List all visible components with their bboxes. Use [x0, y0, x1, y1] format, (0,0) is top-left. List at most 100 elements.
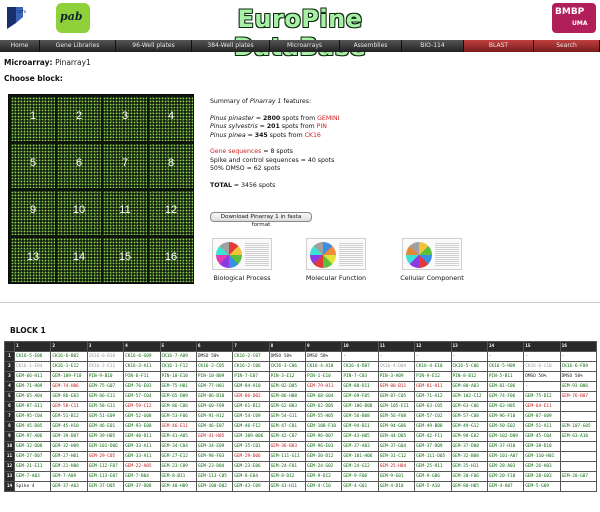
table-cell[interactable]: GEM-71-H09 — [13, 381, 52, 392]
table-cell[interactable]: GEM-108-F10 — [304, 421, 343, 432]
table-cell[interactable]: GEM-56-B08 — [341, 411, 379, 422]
table-cell[interactable]: GEM-49-B08 — [414, 421, 452, 432]
table-cell[interactable]: GEM-96-F10 — [486, 411, 525, 422]
uma-logo[interactable]: uma — [4, 3, 28, 33]
nav-search[interactable]: Search — [534, 40, 600, 52]
table-cell[interactable]: CK16-5-E08 — [13, 351, 52, 362]
table-cell[interactable]: GEM-106-B08 — [341, 401, 379, 412]
table-cell[interactable]: PIN-1-E10 — [304, 371, 343, 382]
table-cell[interactable]: DMSO 50% — [268, 351, 307, 362]
table-cell[interactable]: GEM-57-C04 — [123, 391, 161, 402]
table-cell[interactable]: GEM-57-C08 — [450, 411, 488, 422]
table-cell[interactable]: GEM-38-D10 — [523, 441, 561, 452]
table-cell[interactable]: GEM-52-G08 — [123, 411, 161, 422]
pie-label-cellular-component[interactable]: Cellular Component — [396, 274, 468, 282]
table-cell[interactable]: GEM-54-C09 — [232, 411, 270, 422]
table-cell[interactable]: GEM-21-E11 — [13, 461, 52, 472]
table-cell[interactable]: GEM-23-C09 — [159, 461, 197, 472]
nav-assemblies[interactable]: Assemblies — [340, 40, 402, 52]
table-cell[interactable]: CK16-2-E11 — [86, 361, 125, 372]
table-cell[interactable]: GEM-57-C02 — [414, 411, 452, 422]
table-cell[interactable]: GEM-33-A11 — [123, 441, 161, 452]
table-cell[interactable]: CK16-4-A10 — [304, 361, 343, 372]
table-cell[interactable]: GEM-45-H10 — [50, 421, 88, 432]
table-cell[interactable]: GEM-101-H06 — [341, 451, 379, 462]
table-cell[interactable]: GEM-35-C01 — [232, 441, 270, 452]
table-cell[interactable]: GEM-59-C12 — [123, 401, 161, 412]
table-cell[interactable]: GEM-37-A03 — [341, 441, 379, 452]
species-source-link[interactable]: GEMINI — [317, 115, 339, 122]
table-cell[interactable]: GEM-65-A04 — [13, 391, 52, 402]
table-cell[interactable]: GEM-42-C07 — [268, 431, 307, 442]
table-cell[interactable]: GEM-39-H05 — [86, 431, 125, 442]
table-cell[interactable]: GEM-20-G07 — [559, 471, 598, 482]
table-cell[interactable]: GEM-27-E12 — [159, 451, 197, 462]
table-cell[interactable]: GEM-42-F11 — [414, 431, 452, 442]
table-cell[interactable]: Spike 4 — [13, 481, 52, 492]
table-cell[interactable]: GEM-63-C05 — [414, 401, 452, 412]
table-cell[interactable]: GEM-50-E02 — [486, 421, 525, 432]
nav-bio-114[interactable]: BIO-114 — [402, 40, 464, 52]
table-cell[interactable]: GEM-20-G03 — [523, 471, 561, 482]
table-cell[interactable]: GEM-9-D12 — [304, 471, 343, 482]
table-cell[interactable]: GEM-80-A03 — [450, 381, 488, 392]
table-cell[interactable]: CK16-1-E04 — [13, 361, 52, 372]
table-cell[interactable]: GEM-37-D09 — [414, 441, 452, 452]
block-tile-12[interactable]: 12 — [149, 191, 193, 235]
table-cell[interactable]: GEM-41-H11 — [268, 481, 307, 492]
table-cell[interactable]: GEM-105-E11 — [377, 401, 416, 412]
table-cell[interactable]: GEM-58-C11 — [50, 401, 88, 412]
table-cell[interactable]: GEM-8-E04 — [232, 471, 270, 482]
table-cell[interactable]: DMSO 50% — [304, 351, 343, 362]
table-cell[interactable]: PIN-7-E07 — [232, 371, 270, 382]
nav-home[interactable]: Home — [0, 40, 40, 52]
table-cell[interactable]: GEM-69-F05 — [341, 391, 379, 402]
table-cell[interactable]: GEM-76-E03 — [123, 381, 161, 392]
block-tile-1[interactable]: 1 — [11, 97, 55, 141]
table-cell[interactable]: PIN-3-E12 — [268, 371, 307, 382]
table-cell[interactable]: GEM-101-A07 — [486, 451, 525, 462]
table-cell[interactable]: GEM-34-C04 — [159, 441, 197, 452]
table-cell[interactable]: GEM-4-A07 — [486, 481, 525, 492]
table-cell[interactable]: DMSO 50% — [195, 351, 234, 362]
table-cell[interactable]: GEM-55-H05 — [304, 411, 343, 422]
table-cell[interactable]: GEM-9-G01 — [377, 471, 416, 482]
table-cell[interactable]: CK16-6-C10 — [523, 361, 561, 372]
table-cell[interactable]: GEM-7-B04 — [123, 471, 161, 482]
table-cell[interactable]: GEM-36-B03 — [268, 441, 307, 452]
table-cell[interactable]: GEM-82-D05 — [268, 381, 307, 392]
table-cell[interactable]: GEM-64-E11 — [523, 401, 561, 412]
table-cell[interactable]: GEM-24-G02 — [304, 461, 343, 472]
download-fasta-button[interactable]: Download Pinarray 1 in fasta format — [210, 212, 312, 228]
table-cell[interactable]: GEM-43-H05 — [341, 431, 379, 442]
table-cell[interactable]: GEM-81-C06 — [486, 381, 525, 392]
table-cell[interactable]: GEM-66-E11 — [86, 391, 125, 402]
table-cell[interactable]: CK16-4-E10 — [414, 361, 452, 372]
pie-card-molecular-function[interactable] — [306, 238, 366, 270]
table-cell[interactable]: GEM-94-G06 — [377, 421, 416, 432]
table-cell[interactable]: GEM-110-H01 — [523, 451, 561, 462]
table-cell[interactable]: GEM-40-H09 — [159, 481, 197, 492]
table-cell[interactable]: GEM-23-D04 — [195, 461, 234, 472]
table-cell[interactable]: GEM-75-G07 — [86, 381, 125, 392]
table-cell[interactable]: GEM-43-C09 — [232, 481, 270, 492]
table-cell[interactable]: GEM-86-E03 — [50, 391, 88, 402]
table-cell[interactable]: PIN-9-E12 — [414, 371, 452, 382]
table-cell[interactable]: GEM-58-G11 — [86, 401, 125, 412]
table-cell[interactable]: GEM-63-H05 — [486, 401, 525, 412]
table-cell[interactable]: DMSO 50% — [523, 371, 561, 382]
table-cell[interactable]: GEM-62-B03 — [268, 401, 307, 412]
block-tile-5[interactable]: 5 — [11, 144, 55, 188]
block-tile-6[interactable]: 6 — [57, 144, 101, 188]
table-cell[interactable]: GEM-45-D05 — [13, 421, 52, 432]
table-cell[interactable]: PIN-7-C03 — [341, 371, 379, 382]
table-cell[interactable]: GEM-84-A10 — [232, 381, 270, 392]
table-cell[interactable]: GEM-30-D12 — [304, 451, 343, 462]
table-cell[interactable]: GEM-63-A10 — [559, 431, 598, 442]
block-tile-3[interactable]: 3 — [103, 97, 147, 141]
table-cell[interactable]: CK16-2-C05 — [195, 361, 234, 372]
table-cell[interactable]: GEM-37-D08 — [123, 481, 161, 492]
table-cell[interactable]: GEM-74-F06 — [486, 391, 525, 402]
table-cell[interactable]: GEM-37-D08 — [450, 441, 488, 452]
table-cell[interactable]: GEM-111-D05 — [414, 451, 452, 462]
